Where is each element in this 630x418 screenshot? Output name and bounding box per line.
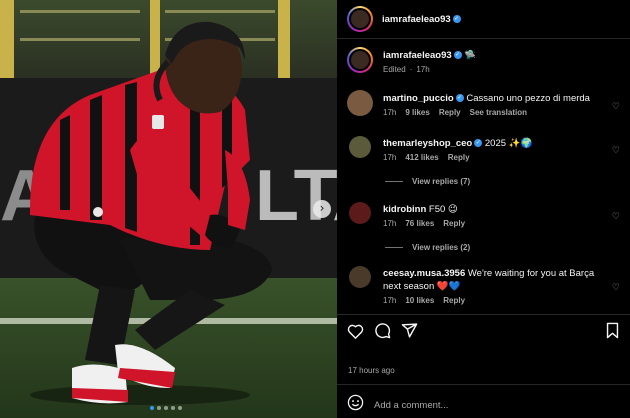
footer-divider xyxy=(337,384,630,385)
comment-username[interactable]: martino_puccio xyxy=(383,93,454,104)
commenter-avatar[interactable] xyxy=(349,266,371,288)
reply-button[interactable]: Reply xyxy=(443,296,465,305)
comment-time: 17h xyxy=(383,108,397,117)
author-username[interactable]: iamrafaeleao93 xyxy=(382,14,451,25)
player-photo-illustration: LTA A xyxy=(0,0,337,418)
view-replies-button[interactable]: View replies (2) xyxy=(385,243,470,252)
verified-badge-icon: ✓ xyxy=(455,94,464,103)
svg-text:LTA: LTA xyxy=(255,156,337,236)
bookmark-icon[interactable] xyxy=(605,322,620,344)
comment-text: F50 😉 xyxy=(428,204,458,215)
comment-likes[interactable]: 9 likes xyxy=(405,108,429,117)
reply-button[interactable]: Reply xyxy=(443,219,465,228)
caption-time: 17h xyxy=(416,65,430,74)
comment-like-heart-icon[interactable]: ♡ xyxy=(612,283,620,293)
verified-badge-icon: ✓ xyxy=(453,51,462,60)
comment-likes[interactable]: 10 likes xyxy=(405,296,434,305)
commenter-avatar[interactable] xyxy=(347,90,373,116)
author-avatar[interactable] xyxy=(347,6,373,32)
carousel-dot xyxy=(171,406,175,410)
commenter-avatar[interactable] xyxy=(349,136,371,158)
commenter-avatar[interactable] xyxy=(349,202,371,224)
add-comment-bar: Add a comment... xyxy=(347,394,620,416)
comment-time: 17h xyxy=(383,153,397,162)
comment-username[interactable]: kidrobinn xyxy=(383,204,426,215)
comment-item: ceesay.musa.3956 We're waiting for you a… xyxy=(347,266,611,305)
post-photo: LTA A › xyxy=(0,0,337,418)
carousel-dot xyxy=(164,406,168,410)
carousel-dot xyxy=(178,406,182,410)
carousel-indicator xyxy=(150,406,182,410)
comment-item: themarleyshop_ceo ✓ 2025 ✨🌍 17h 412 likes… xyxy=(347,136,532,162)
comment-time: 17h xyxy=(383,219,397,228)
see-translation-button[interactable]: See translation xyxy=(470,108,527,117)
comment-username[interactable]: ceesay.musa.3956 xyxy=(383,268,465,279)
caption-text: 🛸 xyxy=(464,50,477,61)
verified-badge-icon: ✓ xyxy=(452,15,461,23)
add-comment-input[interactable]: Add a comment... xyxy=(374,400,448,411)
view-replies-button[interactable]: View replies (7) xyxy=(385,177,470,186)
comment-like-heart-icon[interactable]: ♡ xyxy=(612,146,620,156)
post-timestamp[interactable]: 17 hours ago xyxy=(348,366,395,375)
caption-username[interactable]: iamrafaeleao93 xyxy=(383,50,452,61)
action-bar xyxy=(347,322,418,339)
reply-button[interactable]: Reply xyxy=(448,153,470,162)
comment-text: Cassano uno pezzo di merda xyxy=(466,93,590,104)
comment-text: 2025 ✨🌍 xyxy=(484,138,533,149)
comment-time: 17h xyxy=(383,296,397,305)
reply-button[interactable]: Reply xyxy=(439,108,461,117)
comment-likes[interactable]: 76 likes xyxy=(405,219,434,228)
caption-avatar[interactable] xyxy=(347,47,373,73)
comments-panel: iamrafaeleao93 ✓ iamrafaeleao93 ✓ 🛸 Edite… xyxy=(337,0,630,418)
carousel-dot xyxy=(150,406,154,410)
post-header: iamrafaeleao93 ✓ xyxy=(337,0,630,38)
edited-label: Edited xyxy=(383,65,406,74)
comment-icon[interactable] xyxy=(374,322,391,339)
caption-row: iamrafaeleao93 ✓ 🛸 Edited · 17h xyxy=(347,47,476,74)
actions-divider xyxy=(337,314,630,315)
verified-badge-icon: ✓ xyxy=(474,139,483,148)
carousel-dot xyxy=(157,406,161,410)
emoji-icon[interactable] xyxy=(347,394,364,416)
comment-like-heart-icon[interactable]: ♡ xyxy=(612,102,620,112)
comment-username[interactable]: themarleyshop_ceo xyxy=(383,138,472,149)
share-icon[interactable] xyxy=(401,322,418,339)
header-divider xyxy=(337,38,630,39)
heart-icon[interactable] xyxy=(347,323,364,339)
comment-likes[interactable]: 412 likes xyxy=(405,153,438,162)
comment-item: martino_puccio ✓ Cassano uno pezzo di mer… xyxy=(347,90,590,117)
comment-item: kidrobinn F50 😉 17h 76 likes Reply xyxy=(347,202,465,228)
comment-like-heart-icon[interactable]: ♡ xyxy=(612,212,620,222)
next-arrow-icon[interactable]: › xyxy=(313,200,331,218)
